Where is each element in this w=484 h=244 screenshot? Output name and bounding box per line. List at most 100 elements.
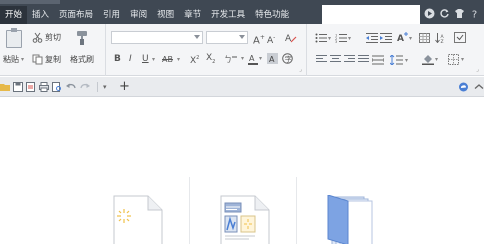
phonetic-icon[interactable]: ㄅ	[224, 53, 238, 68]
cloud-sync-icon[interactable]	[458, 82, 468, 92]
clipboard-group: 粘贴 ▾ 剪切 复制 格式刷	[0, 24, 106, 76]
bold-icon[interactable]: B	[114, 54, 121, 65]
chevron-down-icon	[239, 35, 245, 39]
shading-icon[interactable]	[422, 53, 434, 69]
customize-chevron-icon[interactable]: ▾	[103, 82, 113, 92]
svg-text:3: 3	[335, 40, 337, 43]
divider	[296, 177, 297, 244]
chevron-down-icon[interactable]: ▾	[241, 53, 244, 64]
refresh-icon[interactable]	[439, 8, 450, 19]
chevron-down-icon[interactable]: ▾	[152, 54, 155, 65]
line-spacing-icon[interactable]	[389, 54, 403, 69]
tab-sections[interactable]: 章节	[179, 6, 206, 24]
strikethrough-icon[interactable]: AB	[162, 54, 173, 65]
tab-special-features[interactable]: 特色功能	[250, 6, 294, 24]
tab-insert[interactable]: 插入	[27, 6, 54, 24]
tab-home[interactable]: 开始	[0, 6, 28, 24]
toolbar-separator	[97, 82, 100, 92]
ribbon: 粘贴 ▾ 剪切 复制 格式刷 A+ A- A B I U ▾ AB ▾ X2 X…	[0, 24, 484, 76]
show-marks-icon[interactable]	[454, 32, 466, 47]
svg-text:A: A	[397, 34, 404, 43]
borders-icon[interactable]	[448, 54, 459, 69]
chevron-down-icon[interactable]: ▾	[409, 33, 412, 44]
menu-tabs: 开始 插入 页面布局 引用 审阅 视图 章节 开发工具 特色功能	[0, 6, 294, 24]
character-shading-icon[interactable]: A	[267, 53, 278, 68]
chinese-layout-icon[interactable]: A	[397, 32, 409, 47]
font-group: A+ A- A B I U ▾ AB ▾ X2 X2 ㄅ ▾ A ▾ A 字 ⌟	[107, 24, 307, 76]
tab-references[interactable]: 引用	[98, 6, 125, 24]
dialog-launcher-icon[interactable]: ⌟	[476, 64, 479, 75]
bullet-list-icon[interactable]	[315, 33, 327, 47]
chevron-down-icon[interactable]: ▾	[177, 54, 180, 65]
help-icon[interactable]: ?	[469, 8, 480, 21]
copy-label: 复制	[45, 55, 61, 64]
chevron-down-icon[interactable]: ▾	[461, 54, 464, 65]
tab-developer[interactable]: 开发工具	[206, 6, 250, 24]
align-left-icon[interactable]	[316, 55, 327, 64]
tab-page-layout[interactable]: 页面布局	[54, 6, 98, 24]
copy-button[interactable]: 复制	[32, 54, 61, 65]
paste-button[interactable]: 粘贴 ▾	[3, 54, 24, 65]
increase-indent-icon[interactable]	[380, 33, 392, 47]
quick-access-toolbar: ▾ +	[0, 77, 484, 97]
align-right-icon[interactable]	[344, 55, 355, 64]
svg-text:?: ?	[472, 10, 477, 20]
italic-icon[interactable]: I	[129, 54, 132, 65]
chevron-down-icon[interactable]: ▾	[328, 33, 331, 44]
output-pdf-icon[interactable]	[26, 82, 36, 92]
cut-label: 剪切	[45, 33, 61, 42]
distributed-icon[interactable]	[371, 55, 385, 69]
tab-review[interactable]: 审阅	[125, 6, 152, 24]
sort-icon[interactable]: AZ	[435, 33, 446, 47]
format-painter-label: 格式刷	[70, 55, 94, 64]
undo-icon[interactable]	[66, 82, 76, 92]
font-color-icon[interactable]: A	[248, 53, 258, 69]
numbered-list-icon[interactable]: 123	[335, 33, 347, 47]
font-name-select[interactable]	[111, 31, 203, 44]
window-controls: ?	[424, 8, 484, 21]
collapse-ribbon-icon[interactable]	[474, 82, 484, 92]
dialog-launcher-icon[interactable]: ⌟	[299, 64, 302, 75]
superscript-icon[interactable]: X2	[190, 53, 199, 67]
print-icon[interactable]	[39, 82, 49, 92]
align-center-icon[interactable]	[330, 55, 341, 64]
clear-format-icon[interactable]: A	[285, 32, 297, 47]
enclose-character-icon[interactable]: 字	[282, 53, 293, 68]
chevron-down-icon[interactable]: ▾	[405, 55, 408, 66]
open-folder-icon[interactable]	[0, 82, 10, 92]
tab-view[interactable]: 视图	[152, 6, 179, 24]
title-strip	[0, 0, 60, 4]
new-tab-plus-icon[interactable]: +	[119, 80, 130, 93]
new-blank-document-icon[interactable]	[112, 195, 164, 244]
svg-text:ㄅ: ㄅ	[224, 55, 232, 64]
skin-icon[interactable]	[454, 8, 465, 19]
search-area[interactable]	[322, 5, 420, 24]
print-preview-icon[interactable]	[52, 82, 62, 92]
paste-icon[interactable]	[6, 28, 22, 48]
underline-icon[interactable]: U	[142, 54, 149, 65]
grow-font-icon[interactable]: A+	[253, 32, 265, 46]
svg-text:A: A	[269, 55, 275, 64]
redo-icon[interactable]	[80, 82, 90, 92]
paste-label: 粘贴	[3, 55, 19, 64]
scissors-icon	[32, 32, 43, 43]
shrink-font-icon[interactable]: A-	[267, 32, 275, 47]
font-size-select[interactable]	[206, 31, 248, 44]
template-document-icon[interactable]	[219, 195, 271, 244]
menu-bar: 开始 插入 页面布局 引用 审阅 视图 章节 开发工具 特色功能 ?	[0, 0, 484, 24]
save-icon[interactable]	[13, 82, 23, 92]
decrease-indent-icon[interactable]	[366, 33, 378, 47]
cut-button[interactable]: 剪切	[32, 32, 61, 43]
chevron-down-icon[interactable]: ▾	[259, 53, 262, 64]
chevron-down-icon	[194, 35, 200, 39]
format-painter-button[interactable]: 格式刷	[70, 54, 94, 65]
justify-icon[interactable]	[358, 55, 369, 64]
play-icon[interactable]	[424, 8, 435, 19]
open-document-icon[interactable]	[326, 194, 378, 244]
chevron-down-icon[interactable]: ▾	[348, 33, 351, 44]
table-grid-icon[interactable]	[419, 33, 430, 47]
chevron-down-icon[interactable]: ▾	[435, 54, 438, 65]
chevron-down-icon: ▾	[21, 56, 25, 63]
subscript-icon[interactable]: X2	[206, 53, 215, 68]
format-painter-icon[interactable]	[74, 30, 90, 46]
